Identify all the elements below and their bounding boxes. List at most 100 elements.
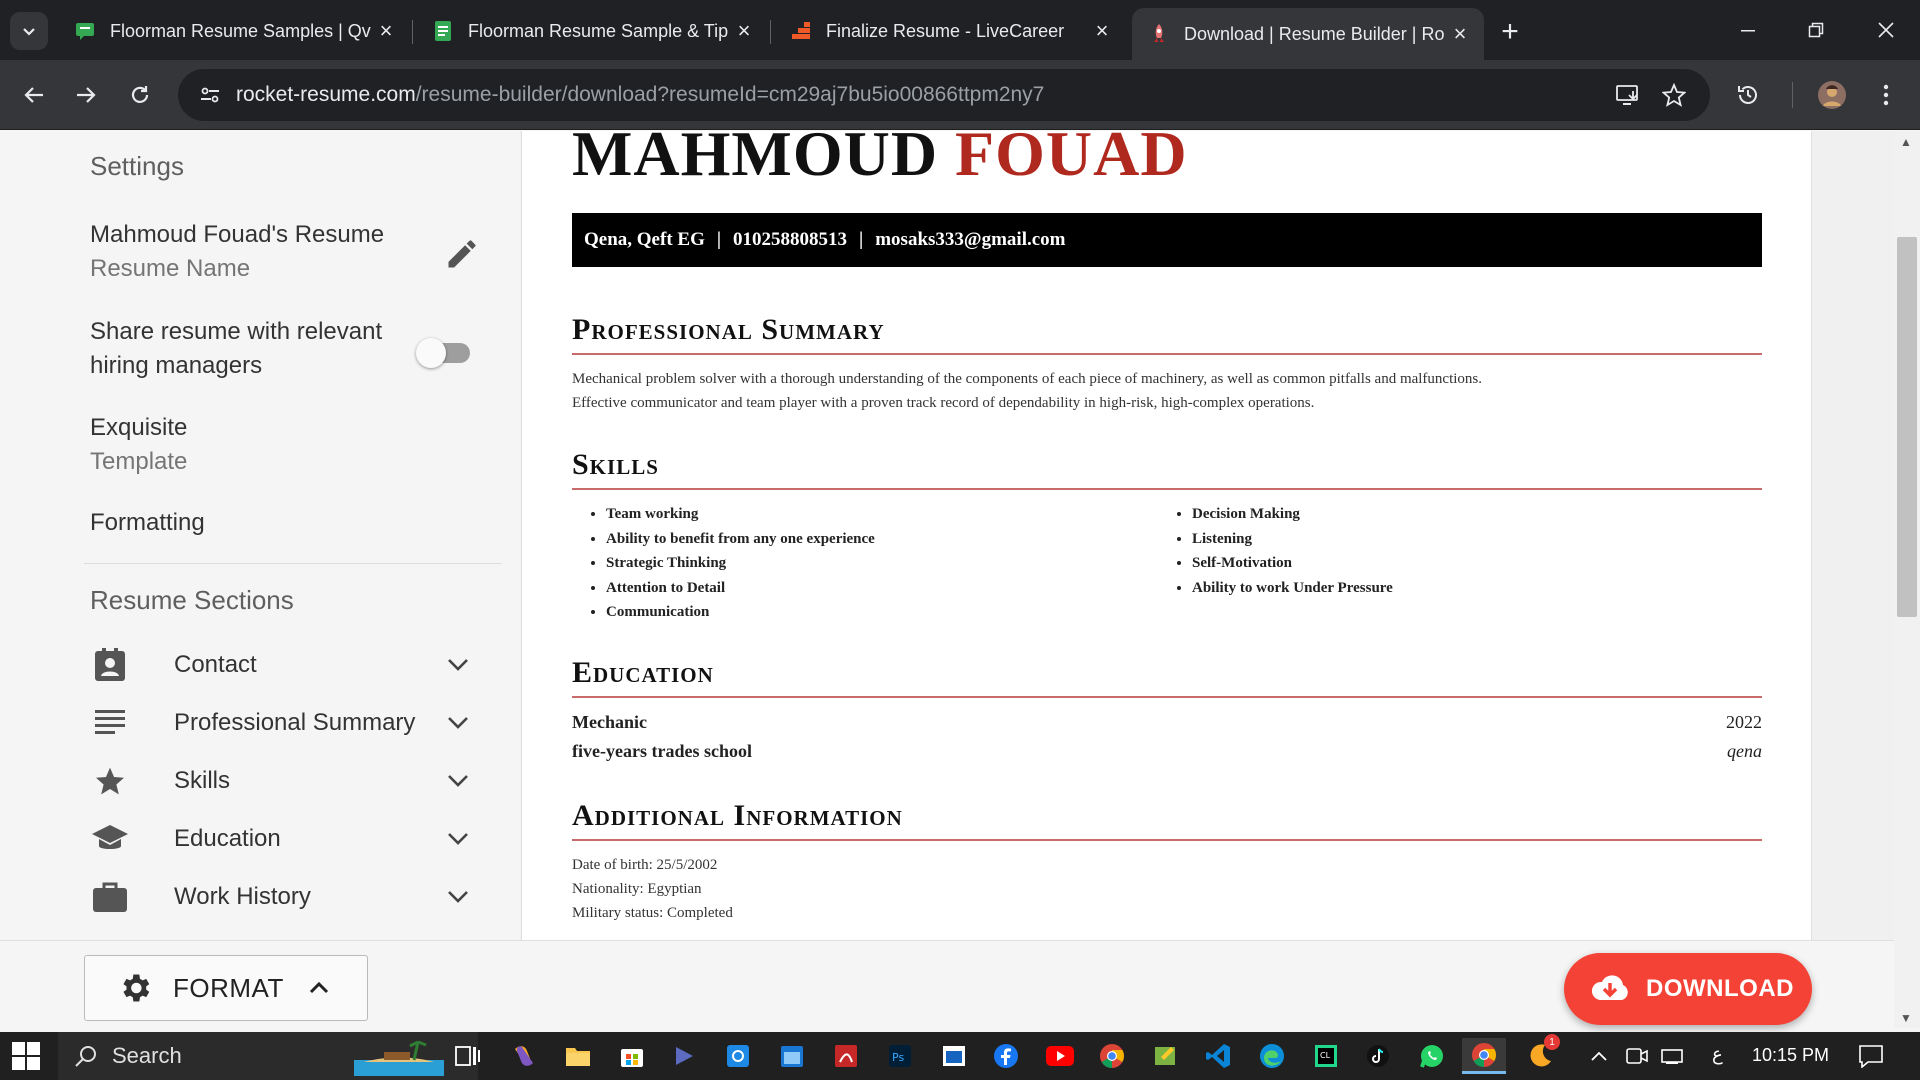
browser-menu-button[interactable] (1866, 75, 1906, 115)
pdf-reader-icon[interactable] (824, 1038, 868, 1074)
scrollbar-thumb[interactable] (1897, 237, 1917, 617)
section-contact[interactable]: Contact (90, 641, 480, 689)
new-tab-button[interactable]: + (1492, 14, 1528, 50)
share-line-1: Share resume with relevant (90, 318, 383, 345)
close-tab-icon[interactable]: × (732, 18, 756, 43)
vscode-icon[interactable] (1196, 1038, 1240, 1074)
close-tab-icon[interactable]: × (1090, 18, 1114, 43)
address-bar[interactable]: rocket-resume.com/resume-builder/downloa… (178, 69, 1710, 121)
bottom-action-bar: FORMAT DOWNLOAD (0, 940, 1894, 1032)
back-button[interactable] (14, 75, 54, 115)
skill-item: Attention to Detail (606, 576, 875, 601)
education-year: 2022 (1726, 712, 1762, 732)
chevron-down-icon[interactable] (442, 823, 474, 855)
reload-button[interactable] (120, 75, 160, 115)
chevron-up-icon[interactable] (1590, 1050, 1608, 1062)
windows-start-icon[interactable] (12, 1042, 40, 1070)
forward-button[interactable] (66, 75, 106, 115)
chrome-icon[interactable] (1090, 1038, 1134, 1074)
input-language[interactable]: ع (1712, 1044, 1723, 1065)
photoshop-icon[interactable]: Ps (878, 1038, 922, 1074)
file-explorer-icon[interactable] (556, 1038, 600, 1074)
resume-name-value: Mahmoud Fouad's Resume (90, 221, 385, 248)
tab-search-button[interactable] (10, 12, 48, 50)
clion-icon[interactable]: CL (1304, 1038, 1348, 1074)
download-button[interactable]: DOWNLOAD (1564, 953, 1812, 1025)
tab-strip: Floorman Resume Samples | Qv × Floorman … (0, 0, 1920, 60)
minimize-button[interactable] (1720, 8, 1776, 52)
page-scrollbar[interactable]: ▲ ▼ (1894, 131, 1920, 1028)
paint-app-icon[interactable] (1144, 1038, 1188, 1074)
scroll-up-arrow-icon[interactable]: ▲ (1900, 135, 1912, 149)
close-tab-icon[interactable]: × (1448, 21, 1472, 46)
lines-icon (90, 703, 130, 743)
task-view-icon[interactable] (446, 1038, 490, 1074)
chevron-down-icon[interactable] (442, 649, 474, 681)
tab-livecareer[interactable]: Finalize Resume - LiveCareer × (774, 8, 1126, 54)
restore-button[interactable] (1788, 8, 1844, 52)
network-icon[interactable] (1660, 1046, 1684, 1066)
section-professional-summary[interactable]: Professional Summary (90, 699, 480, 747)
template-setting[interactable]: Exquisite Template (90, 411, 187, 479)
scroll-down-arrow-icon[interactable]: ▼ (1900, 1011, 1912, 1025)
profile-avatar[interactable] (1812, 75, 1852, 115)
microsoft-store-icon[interactable] (610, 1038, 654, 1074)
bookmark-star-icon[interactable] (1658, 79, 1690, 111)
pencil-icon[interactable] (444, 236, 480, 272)
format-button[interactable]: FORMAT (84, 955, 368, 1021)
media-player-icon[interactable] (662, 1038, 706, 1074)
svg-text:Ps: Ps (892, 1051, 904, 1064)
section-work-history[interactable]: Work History (90, 873, 480, 921)
taskbar-search[interactable]: Search (58, 1032, 478, 1080)
tab-resume-builder[interactable]: Download | Resume Builder | Ro × (1132, 8, 1484, 60)
meet-now-icon[interactable] (1626, 1046, 1648, 1066)
contact-card-icon (90, 645, 130, 685)
skills-column-left: Team working Ability to benefit from any… (572, 502, 875, 625)
toggle-knob (416, 338, 446, 368)
tab-divider (412, 20, 413, 44)
tab-floorman-samples[interactable]: Floorman Resume Samples | Qv × (58, 8, 410, 54)
contact-phone: 010258808513 (733, 229, 848, 250)
resume-name-setting[interactable]: Mahmoud Fouad's Resume Resume Name (90, 218, 384, 286)
additional-rule (572, 839, 1762, 841)
resume-full-name: MAHMOUD FOUAD (572, 131, 1188, 191)
site-info-icon[interactable] (184, 69, 236, 121)
tab-title: Finalize Resume - LiveCareer (826, 20, 1065, 41)
section-education[interactable]: Education (90, 815, 480, 863)
green-document-icon (432, 20, 454, 42)
window-app-icon[interactable] (932, 1038, 976, 1074)
install-app-icon[interactable] (1612, 79, 1644, 111)
chevron-down-icon[interactable] (442, 707, 474, 739)
chevron-up-icon (309, 981, 328, 994)
copilot-icon[interactable] (502, 1038, 546, 1074)
close-tab-icon[interactable]: × (374, 18, 398, 43)
contact-location: Qena, Qeft EG (584, 229, 705, 250)
tab-title: Download | Resume Builder | Ro (1184, 23, 1445, 44)
url-path: /resume-builder/download?resumeId=cm29aj… (415, 83, 1045, 106)
close-window-button[interactable] (1858, 8, 1914, 52)
tab-floorman-tips[interactable]: Floorman Resume Sample & Tip × (416, 8, 768, 54)
svg-text:CL: CL (1320, 1051, 1331, 1060)
calendar-app-icon[interactable] (770, 1038, 814, 1074)
edge-icon[interactable] (1250, 1038, 1294, 1074)
cloud-download-icon (1591, 975, 1628, 1000)
skills-column-right: Decision Making Listening Self-Motivatio… (1158, 502, 1393, 600)
tiktok-icon[interactable] (1356, 1038, 1400, 1074)
chevron-down-icon[interactable] (442, 765, 474, 797)
screen-capture-icon[interactable] (716, 1038, 760, 1074)
summary-text: Mechanical problem solver with a thoroug… (572, 367, 1482, 415)
taskbar-clock[interactable]: 10:15 PM (1752, 1045, 1829, 1066)
section-skills[interactable]: Skills (90, 757, 480, 805)
formatting-setting[interactable]: Formatting (90, 506, 205, 540)
skill-item: Decision Making (1192, 502, 1393, 527)
skill-item: Team working (606, 502, 875, 527)
youtube-icon[interactable] (1038, 1038, 1082, 1074)
chevron-down-icon[interactable] (442, 881, 474, 913)
whatsapp-icon[interactable] (1410, 1038, 1454, 1074)
weather-moon-icon[interactable]: 1 (1518, 1034, 1562, 1074)
facebook-icon[interactable] (984, 1038, 1028, 1074)
chrome-active-icon[interactable] (1462, 1038, 1506, 1074)
notifications-icon[interactable] (1858, 1044, 1884, 1068)
history-button[interactable] (1728, 75, 1768, 115)
share-toggle[interactable] (416, 336, 474, 368)
